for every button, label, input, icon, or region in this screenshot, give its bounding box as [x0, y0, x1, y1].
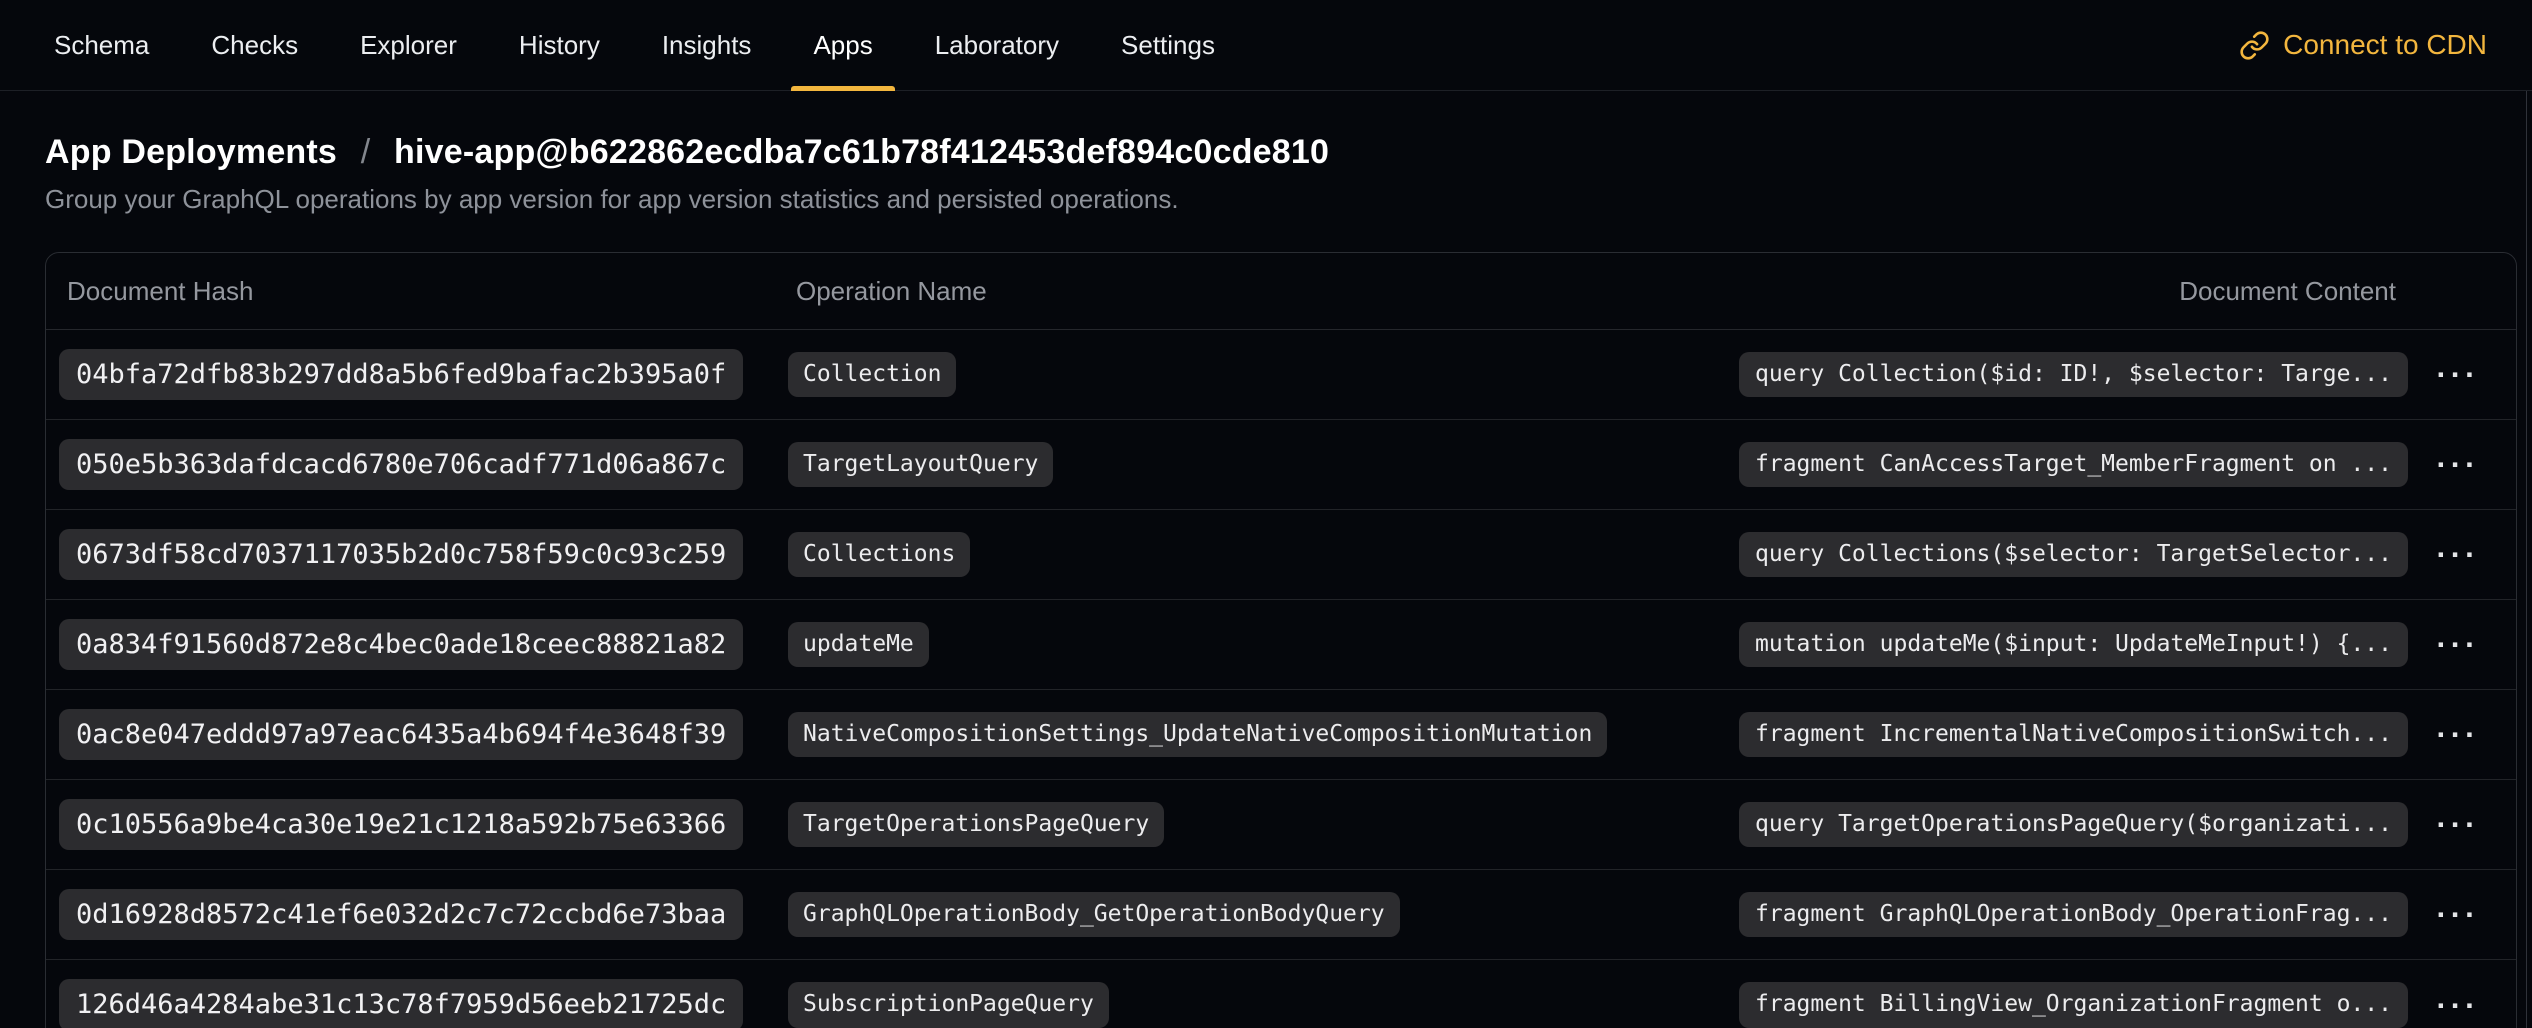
- document-hash: 0d16928d8572c41ef6e032d2c7c72ccbd6e73baa: [59, 889, 743, 941]
- table-row: 04bfa72dfb83b297dd8a5b6fed9bafac2b395a0f…: [46, 330, 2516, 420]
- document-hash: 126d46a4284abe31c13c78f7959d56eeb21725dc: [59, 979, 743, 1028]
- nav-tab-explorer[interactable]: Explorer: [338, 0, 479, 90]
- column-header-document-content: Document Content: [1739, 276, 2402, 307]
- row-menu-button[interactable]: ···: [2426, 803, 2489, 846]
- document-content: fragment BillingView_OrganizationFragmen…: [1739, 982, 2408, 1028]
- row-menu-button[interactable]: ···: [2426, 353, 2489, 396]
- document-hash: 04bfa72dfb83b297dd8a5b6fed9bafac2b395a0f: [59, 349, 743, 401]
- row-menu-button[interactable]: ···: [2426, 443, 2489, 486]
- table-row: 0ac8e047eddd97a97eac6435a4b694f4e3648f39…: [46, 690, 2516, 780]
- row-menu-button[interactable]: ···: [2426, 533, 2489, 576]
- ellipsis-icon: ···: [2436, 897, 2479, 932]
- ellipsis-icon: ···: [2436, 627, 2479, 662]
- nav-tab-schema[interactable]: Schema: [32, 0, 171, 90]
- breadcrumb-app-name: hive-app@b622862ecdba7c61b78f412453def89…: [394, 133, 1329, 171]
- operation-name: SubscriptionPageQuery: [788, 982, 1109, 1028]
- breadcrumb-separator: /: [361, 133, 371, 171]
- nav-tab-laboratory[interactable]: Laboratory: [913, 0, 1081, 90]
- ellipsis-icon: ···: [2436, 717, 2479, 752]
- breadcrumb-section: App Deployments: [45, 133, 337, 171]
- document-hash: 0c10556a9be4ca30e19e21c1218a592b75e63366: [59, 799, 743, 851]
- deployments-table: Document Hash Operation Name Document Co…: [45, 252, 2517, 1028]
- operation-name: TargetLayoutQuery: [788, 442, 1053, 488]
- operation-name: TargetOperationsPageQuery: [788, 802, 1164, 848]
- document-content: query Collection($id: ID!, $selector: Ta…: [1739, 352, 2408, 398]
- connect-to-cdn-button[interactable]: Connect to CDN: [2239, 29, 2487, 61]
- row-menu-button[interactable]: ···: [2426, 893, 2489, 936]
- document-hash: 050e5b363dafdcacd6780e706cadf771d06a867c: [59, 439, 743, 491]
- nav-tab-checks[interactable]: Checks: [189, 0, 320, 90]
- document-hash: 0a834f91560d872e8c4bec0ade18ceec88821a82: [59, 619, 743, 671]
- nav-tabs: Schema Checks Explorer History Insights …: [32, 0, 1237, 90]
- operation-name: NativeCompositionSettings_UpdateNativeCo…: [788, 712, 1607, 758]
- column-header-operation-name: Operation Name: [788, 276, 1739, 307]
- link-icon: [2239, 30, 2270, 61]
- nav-tab-insights[interactable]: Insights: [640, 0, 774, 90]
- ellipsis-icon: ···: [2436, 807, 2479, 842]
- row-menu-button[interactable]: ···: [2426, 984, 2489, 1027]
- page-title: App Deployments / hive-app@b622862ecdba7…: [45, 133, 2532, 172]
- nav-tab-apps[interactable]: Apps: [791, 0, 894, 90]
- scrollbar-edge[interactable]: [2526, 91, 2527, 1028]
- nav-tab-settings[interactable]: Settings: [1099, 0, 1237, 90]
- document-content: fragment GraphQLOperationBody_OperationF…: [1739, 892, 2408, 938]
- table-row: 0d16928d8572c41ef6e032d2c7c72ccbd6e73baa…: [46, 870, 2516, 960]
- table-row: 0673df58cd7037117035b2d0c758f59c0c93c259…: [46, 510, 2516, 600]
- ellipsis-icon: ···: [2436, 357, 2479, 392]
- document-content: mutation updateMe($input: UpdateMeInput!…: [1739, 622, 2408, 668]
- table-header-row: Document Hash Operation Name Document Co…: [46, 253, 2516, 330]
- document-content: query TargetOperationsPageQuery($organiz…: [1739, 802, 2408, 848]
- row-menu-button[interactable]: ···: [2426, 713, 2489, 756]
- operation-name: Collection: [788, 352, 956, 398]
- table-row: 126d46a4284abe31c13c78f7959d56eeb21725dc…: [46, 960, 2516, 1028]
- ellipsis-icon: ···: [2436, 988, 2479, 1023]
- main-content: App Deployments / hive-app@b622862ecdba7…: [0, 133, 2532, 1028]
- operation-name: updateMe: [788, 622, 929, 668]
- connect-to-cdn-label: Connect to CDN: [2283, 29, 2487, 61]
- operation-name: GraphQLOperationBody_GetOperationBodyQue…: [788, 892, 1400, 938]
- table-body: 04bfa72dfb83b297dd8a5b6fed9bafac2b395a0f…: [46, 330, 2516, 1028]
- document-hash: 0673df58cd7037117035b2d0c758f59c0c93c259: [59, 529, 743, 581]
- table-row: 0a834f91560d872e8c4bec0ade18ceec88821a82…: [46, 600, 2516, 690]
- document-content: query Collections($selector: TargetSelec…: [1739, 532, 2408, 578]
- document-content: fragment CanAccessTarget_MemberFragment …: [1739, 442, 2408, 488]
- document-content: fragment IncrementalNativeCompositionSwi…: [1739, 712, 2408, 758]
- table-row: 050e5b363dafdcacd6780e706cadf771d06a867c…: [46, 420, 2516, 510]
- ellipsis-icon: ···: [2436, 537, 2479, 572]
- top-nav: Schema Checks Explorer History Insights …: [0, 0, 2532, 91]
- nav-tab-history[interactable]: History: [497, 0, 622, 90]
- row-menu-button[interactable]: ···: [2426, 623, 2489, 666]
- document-hash: 0ac8e047eddd97a97eac6435a4b694f4e3648f39: [59, 709, 743, 761]
- operation-name: Collections: [788, 532, 970, 578]
- app-deployments-page: Schema Checks Explorer History Insights …: [0, 0, 2532, 1028]
- table-row: 0c10556a9be4ca30e19e21c1218a592b75e63366…: [46, 780, 2516, 870]
- page-subtitle: Group your GraphQL operations by app ver…: [45, 184, 2532, 215]
- ellipsis-icon: ···: [2436, 447, 2479, 482]
- column-header-document-hash: Document Hash: [59, 276, 788, 307]
